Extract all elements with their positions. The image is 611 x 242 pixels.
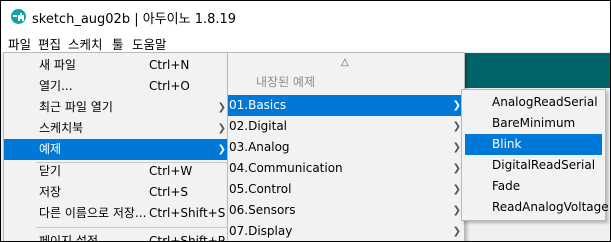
menu-separator (36, 227, 227, 228)
basics-item-analogreadserial[interactable]: AnalogReadSerial (462, 92, 605, 113)
examples-item-basics[interactable]: 01.Basics ❯ (228, 95, 464, 116)
menu-item-recent[interactable]: 최근 파일 열기 ❯ (4, 97, 229, 118)
basics-menu: AnalogReadSerial BareMinimum Blink Digit… (461, 89, 609, 221)
window-title: sketch_aug02b | 아두이노 1.8.19 (32, 12, 237, 27)
basics-item-blink[interactable]: Blink (465, 134, 602, 155)
title-bar: sketch_aug02b | 아두이노 1.8.19 (1, 1, 610, 31)
chevron-right-icon: ❯ (452, 100, 461, 111)
menu-item-new[interactable]: 새 파일 Ctrl+N (4, 55, 229, 76)
file-menu: 새 파일 Ctrl+N 열기... Ctrl+O 최근 파일 열기 ❯ 스케치북… (3, 52, 230, 241)
menu-item-close[interactable]: 닫기 Ctrl+W (4, 161, 229, 182)
chevron-right-icon: ❯ (452, 184, 461, 195)
examples-menu: △ 내장된 예제 01.Basics ❯ 02.Digital ❯ 03.Ana… (227, 52, 465, 241)
examples-header: 내장된 예제 (256, 75, 316, 89)
menu-tools[interactable]: 툴 (112, 34, 124, 53)
chevron-right-icon: ❯ (452, 142, 461, 153)
basics-item-bareminimum[interactable]: BareMinimum (462, 113, 605, 134)
menu-sketch[interactable]: 스케치 (68, 34, 103, 53)
menu-item-save-as[interactable]: 다른 이름으로 저장... Ctrl+Shift+S (4, 203, 229, 224)
editor-toolbar (461, 53, 610, 88)
menu-item-open[interactable]: 열기... Ctrl+O (4, 76, 229, 97)
menu-item-save[interactable]: 저장 Ctrl+S (4, 182, 229, 203)
menu-bar: 파일 편집 스케치 툴 도움말 (1, 31, 610, 52)
app-window: sketch_aug02b | 아두이노 1.8.19 파일 편집 스케치 툴 … (0, 0, 611, 242)
examples-item-analog[interactable]: 03.Analog ❯ (228, 137, 464, 158)
examples-item-digital[interactable]: 02.Digital ❯ (228, 116, 464, 137)
menu-help[interactable]: 도움말 (132, 34, 167, 53)
examples-item-communication[interactable]: 04.Communication ❯ (228, 158, 464, 179)
chevron-right-icon: ❯ (452, 121, 461, 132)
chevron-right-icon: ❯ (452, 226, 461, 237)
arduino-icon (11, 9, 26, 24)
menu-item-sketchbook[interactable]: 스케치북 ❯ (4, 118, 229, 139)
menu-item-examples[interactable]: 예제 ❯ (4, 139, 229, 160)
basics-item-readanalogvoltage[interactable]: ReadAnalogVoltage (462, 197, 609, 218)
menu-item-page-setup[interactable]: 페이지 설정 Ctrl+Shift+P (4, 231, 229, 241)
chevron-right-icon: ❯ (452, 163, 461, 174)
basics-item-fade[interactable]: Fade (462, 176, 605, 197)
examples-item-control[interactable]: 05.Control ❯ (228, 179, 464, 200)
chevron-right-icon: ❯ (217, 144, 226, 155)
scroll-up-icon[interactable]: △ (341, 57, 349, 68)
menu-file[interactable]: 파일 (8, 34, 31, 53)
examples-item-sensors[interactable]: 06.Sensors ❯ (228, 200, 464, 221)
chevron-right-icon: ❯ (217, 123, 226, 134)
basics-item-digitalreadserial[interactable]: DigitalReadSerial (462, 155, 605, 176)
examples-item-display[interactable]: 07.Display ❯ (228, 221, 464, 241)
menu-edit[interactable]: 편집 (38, 34, 61, 53)
chevron-right-icon: ❯ (452, 205, 461, 216)
chevron-right-icon: ❯ (217, 102, 226, 113)
